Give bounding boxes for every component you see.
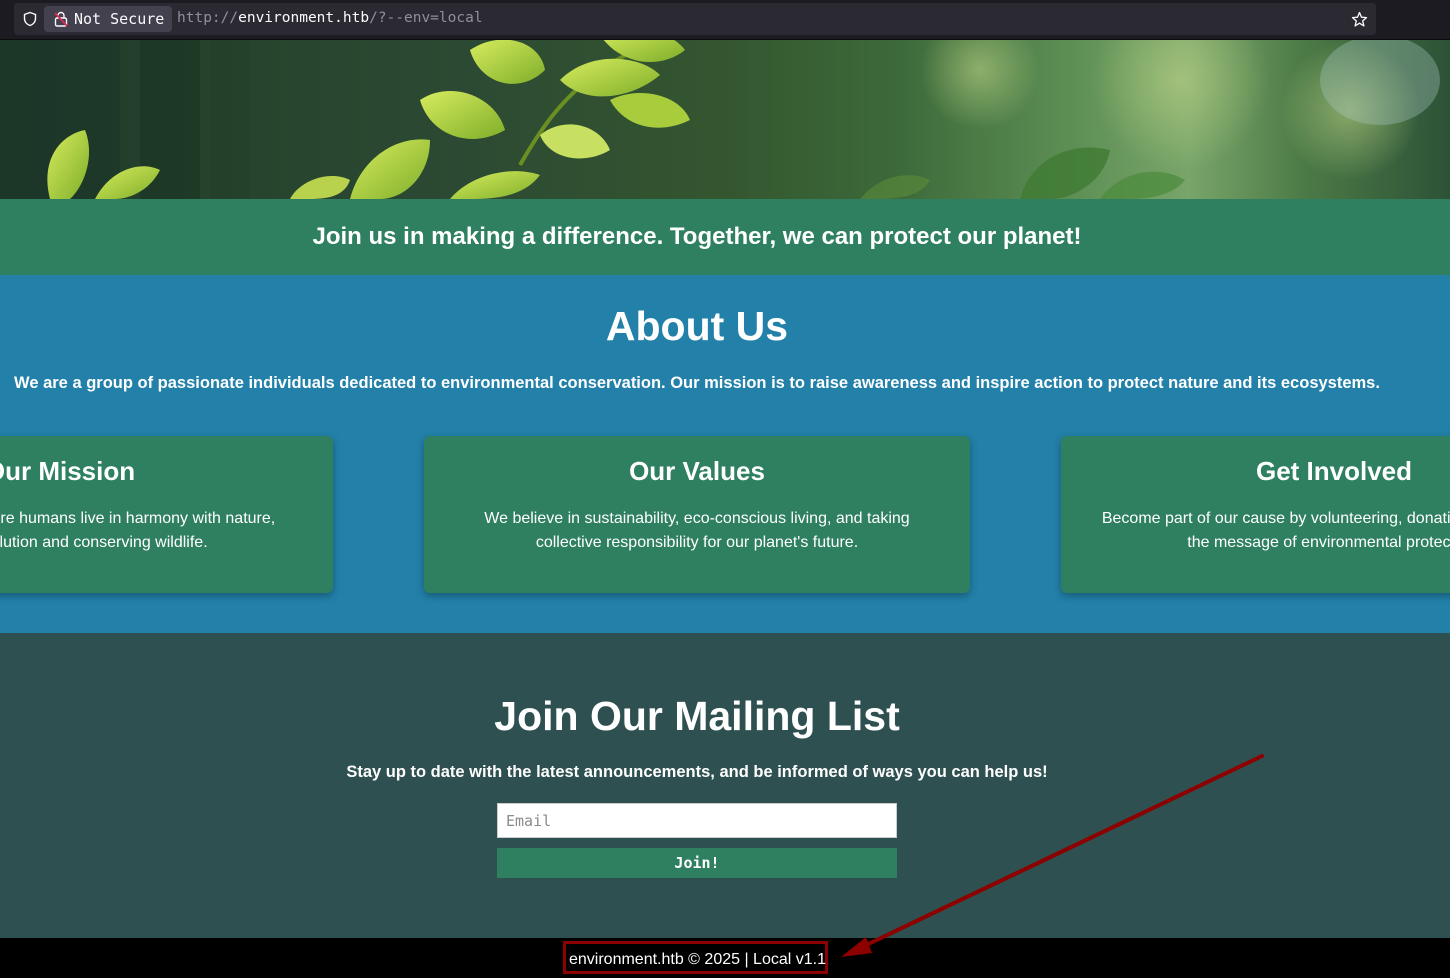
card-text: Become part of our cause by volunteering… — [1101, 510, 1450, 551]
url-path: /?--env=local — [369, 10, 483, 26]
cta-banner: Join us in making a difference. Together… — [0, 199, 1450, 275]
not-secure-label: Not Secure — [74, 10, 165, 28]
about-description: We are a group of passionate individuals… — [14, 374, 1380, 392]
leaves-illustration — [0, 40, 1440, 199]
url-host: environment.htb — [238, 10, 370, 26]
hero-image — [0, 40, 1450, 199]
mailing-title: Join Our Mailing List — [494, 693, 900, 739]
mailing-list-section: Join Our Mailing List Stay up to date wi… — [0, 633, 1450, 938]
email-input[interactable] — [497, 803, 897, 838]
mailing-subtitle: Stay up to date with the latest announce… — [346, 763, 1048, 781]
footer-text: environment.htb © 2025 | Local v1.1 — [569, 951, 826, 968]
card-title: Get Involved — [1255, 456, 1413, 486]
card-our-values: Our Values We believe in sustainability,… — [424, 436, 970, 593]
address-bar[interactable]: Not Secure http://environment.htb/?--env… — [14, 3, 1376, 35]
url-text[interactable]: http://environment.htb/?--env=local — [177, 10, 483, 26]
about-title: About Us — [605, 303, 789, 349]
card-title: Our Mission — [0, 456, 136, 486]
card-text: We believe in sustainability, eco-consci… — [484, 510, 910, 551]
insecure-lock-icon — [54, 11, 68, 27]
card-our-mission: Our Mission To create a world where huma… — [0, 436, 333, 593]
browser-toolbar: Not Secure http://environment.htb/?--env… — [0, 0, 1450, 40]
card-text: To create a world where humans live in h… — [0, 510, 276, 551]
bookmark-star-icon[interactable] — [1351, 11, 1368, 28]
footer: environment.htb © 2025 | Local v1.1 — [0, 938, 1450, 978]
card-title: Our Values — [629, 456, 765, 486]
join-button[interactable]: Join! — [497, 848, 897, 878]
url-scheme: http:// — [177, 10, 239, 26]
card-get-involved: Get Involved Become part of our cause by… — [1061, 436, 1450, 593]
shield-icon[interactable] — [22, 11, 38, 27]
about-section: About Us We are a group of passionate in… — [0, 275, 1450, 633]
banner-text: Join us in making a difference. Together… — [312, 223, 1082, 250]
not-secure-badge[interactable]: Not Secure — [44, 6, 173, 32]
